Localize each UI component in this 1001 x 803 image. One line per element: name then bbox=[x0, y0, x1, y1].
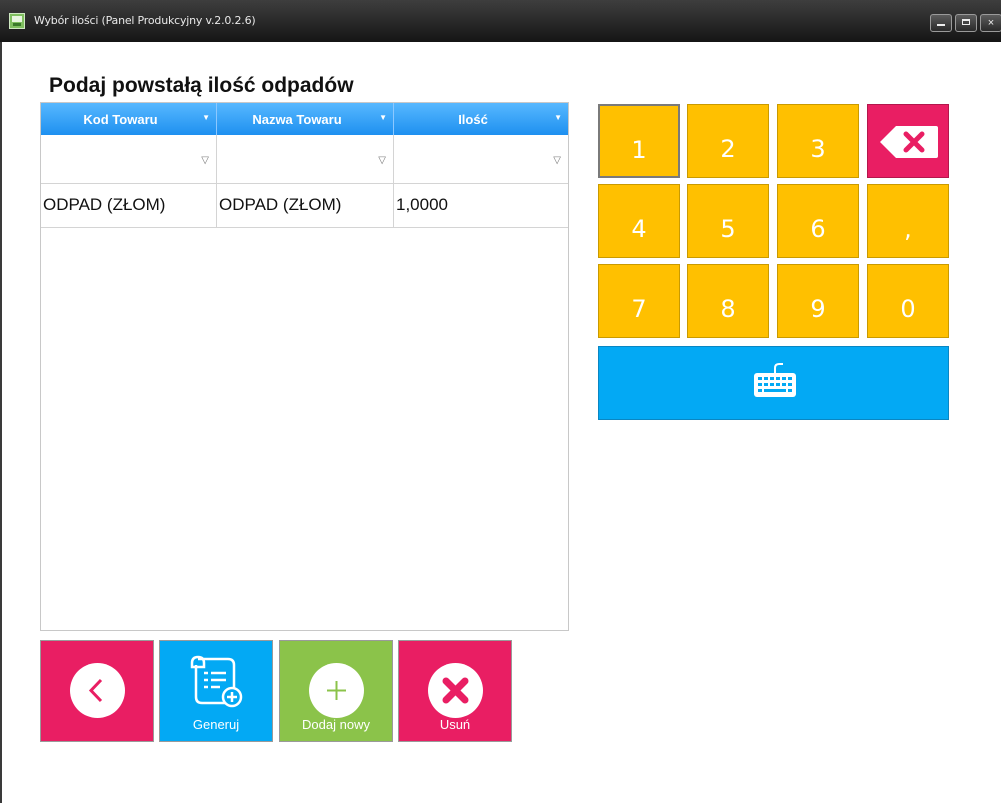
key-label: 7 bbox=[631, 295, 647, 323]
filter-cell-code[interactable]: ▽ bbox=[41, 135, 217, 183]
cell-name: ODPAD (ZŁOM) bbox=[217, 184, 394, 227]
on-screen-keyboard-button[interactable] bbox=[598, 346, 949, 420]
filter-cell-qty[interactable]: ▽ bbox=[394, 135, 568, 183]
key-label: 0 bbox=[900, 295, 916, 323]
column-header-label: Ilość bbox=[458, 112, 488, 127]
key-label: 1 bbox=[631, 136, 647, 164]
page-title: Podaj powstałą ilość odpadów bbox=[49, 74, 354, 97]
delete-button[interactable]: Usuń bbox=[398, 640, 512, 742]
key-2[interactable]: 2 bbox=[687, 104, 769, 178]
app-icon bbox=[9, 13, 25, 29]
key-1[interactable]: 1 bbox=[598, 104, 680, 178]
cell-code: ODPAD (ZŁOM) bbox=[41, 184, 217, 227]
title-bar: Wybór ilości (Panel Produkcyjny v.2.0.2.… bbox=[0, 0, 1001, 42]
key-3[interactable]: 3 bbox=[777, 104, 859, 178]
sort-arrow-icon[interactable]: ▼ bbox=[554, 113, 562, 122]
document-add-icon bbox=[190, 655, 243, 708]
plus-icon bbox=[309, 663, 364, 718]
key-label: , bbox=[904, 215, 912, 243]
key-label: 4 bbox=[631, 215, 647, 243]
add-new-button[interactable]: Dodaj nowy bbox=[279, 640, 393, 742]
maximize-button[interactable] bbox=[955, 14, 977, 32]
cell-qty: 1,0000 bbox=[396, 195, 448, 214]
backspace-button[interactable] bbox=[867, 104, 949, 178]
column-header-label: Kod Towaru bbox=[83, 112, 158, 127]
key-decimal-comma[interactable]: , bbox=[867, 184, 949, 258]
window-title: Wybór ilości (Panel Produkcyjny v.2.0.2.… bbox=[34, 14, 256, 27]
items-grid: Kod Towaru ▼ Nazwa Towaru ▼ Ilość ▼ ▽ ▽ … bbox=[40, 102, 569, 631]
key-7[interactable]: 7 bbox=[598, 264, 680, 338]
backspace-icon bbox=[880, 126, 938, 158]
keyboard-icon bbox=[754, 363, 796, 397]
back-button[interactable] bbox=[40, 640, 154, 742]
key-label: 3 bbox=[810, 135, 826, 163]
column-header-name[interactable]: Nazwa Towaru ▼ bbox=[217, 103, 394, 135]
close-window-button[interactable]: × bbox=[980, 14, 1001, 32]
key-label: 2 bbox=[720, 135, 736, 163]
key-5[interactable]: 5 bbox=[687, 184, 769, 258]
key-9[interactable]: 9 bbox=[777, 264, 859, 338]
minimize-icon bbox=[937, 24, 945, 26]
key-label: 6 bbox=[810, 215, 826, 243]
key-4[interactable]: 4 bbox=[598, 184, 680, 258]
filter-row: ▽ ▽ ▽ bbox=[41, 135, 568, 184]
key-label: 8 bbox=[720, 295, 736, 323]
key-8[interactable]: 8 bbox=[687, 264, 769, 338]
chevron-left-icon bbox=[70, 663, 125, 718]
column-header-code[interactable]: Kod Towaru ▼ bbox=[41, 103, 217, 135]
window-left-border bbox=[0, 42, 2, 803]
generate-button[interactable]: Generuj bbox=[159, 640, 273, 742]
filter-icon[interactable]: ▽ bbox=[553, 155, 561, 166]
filter-icon[interactable]: ▽ bbox=[378, 155, 386, 166]
key-6[interactable]: 6 bbox=[777, 184, 859, 258]
maximize-icon bbox=[962, 19, 970, 25]
filter-cell-name[interactable]: ▽ bbox=[217, 135, 394, 183]
table-row[interactable]: ODPAD (ZŁOM) ODPAD (ZŁOM) 1,0000 bbox=[41, 184, 568, 228]
sort-arrow-icon[interactable]: ▼ bbox=[202, 113, 210, 122]
close-circle-icon bbox=[428, 663, 483, 718]
key-0[interactable]: 0 bbox=[867, 264, 949, 338]
sort-arrow-icon[interactable]: ▼ bbox=[379, 113, 387, 122]
filter-icon[interactable]: ▽ bbox=[201, 155, 209, 166]
key-label: 5 bbox=[720, 215, 736, 243]
minimize-button[interactable] bbox=[930, 14, 952, 32]
column-header-qty[interactable]: Ilość ▼ bbox=[394, 103, 568, 135]
generate-button-label: Generuj bbox=[192, 717, 240, 732]
key-label: 9 bbox=[810, 295, 826, 323]
delete-button-label: Usuń bbox=[439, 717, 471, 732]
column-header-label: Nazwa Towaru bbox=[252, 112, 342, 127]
add-new-button-label: Dodaj nowy bbox=[302, 717, 370, 732]
